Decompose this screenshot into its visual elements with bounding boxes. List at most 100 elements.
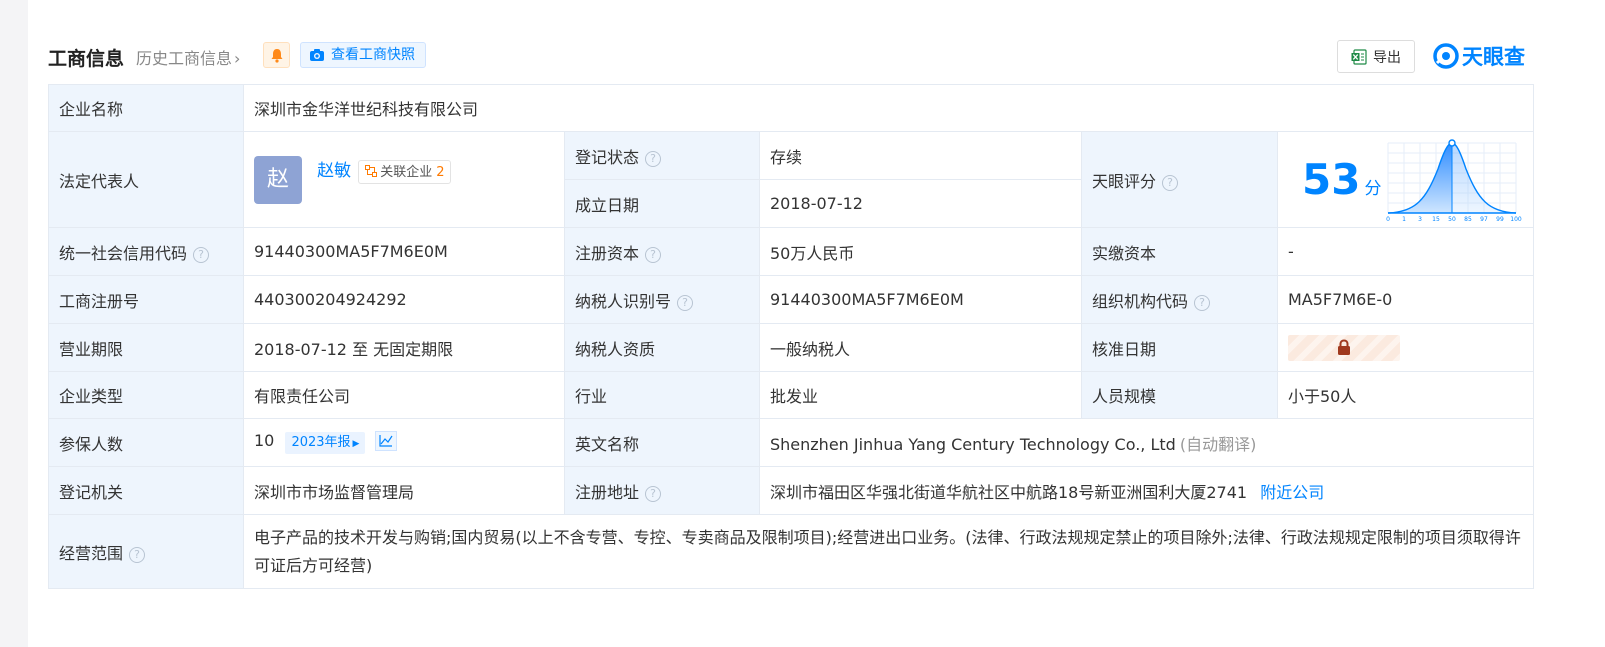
company-type-label: 企业类型 xyxy=(48,371,244,419)
reg-number-value: 440300204924292 xyxy=(243,275,565,324)
approval-date-label: 核准日期 xyxy=(1081,323,1278,372)
approval-date-value xyxy=(1276,323,1535,372)
score-unit: 分 xyxy=(1364,178,1382,199)
table-row: 企业名称 深圳市金华洋世纪科技有限公司 xyxy=(48,84,1535,132)
org-code-value: MA5F7M6E-0 xyxy=(1276,275,1535,324)
monitor-bell-button[interactable] xyxy=(263,42,290,68)
legal-rep-cell: 赵 赵敏 关联企业 2 xyxy=(243,131,565,228)
reg-capital-label: 注册资本? xyxy=(564,227,760,276)
score-axis-tick: 0 xyxy=(1386,216,1390,223)
trend-chart-button[interactable] xyxy=(374,431,397,451)
authority-label: 登记机关 xyxy=(48,466,244,515)
score-axis-tick: 85 xyxy=(1464,216,1472,223)
taxpayer-id-label: 纳税人识别号? xyxy=(564,275,760,324)
auto-translate-note: (自动翻译) xyxy=(1179,434,1257,454)
bell-icon xyxy=(271,49,283,63)
reg-number-label: 工商注册号 xyxy=(48,275,244,324)
score-axis-tick: 1 xyxy=(1402,216,1406,223)
trend-chart-icon xyxy=(378,435,393,447)
reg-status-label: 登记状态? xyxy=(564,131,760,180)
paid-capital-value: - xyxy=(1276,227,1535,276)
insured-value: 10 xyxy=(254,431,275,450)
address-cell: 深圳市福田区华强北街道华航社区中航路18号新亚洲国利大厦2741 附近公司 xyxy=(758,466,1535,515)
company-name-label: 企业名称 xyxy=(48,84,244,132)
score-axis-tick: 97 xyxy=(1480,216,1488,223)
nearby-companies-link[interactable]: 附近公司 xyxy=(1260,483,1324,502)
help-icon[interactable]: ? xyxy=(645,246,662,263)
tianyancha-eye-icon xyxy=(1433,43,1459,69)
tianyan-score-label: 天眼评分? xyxy=(1081,131,1278,228)
reg-capital-value: 50万人民币 xyxy=(759,227,1082,276)
table-row: 参保人数 10 2023年报 ▶ 英文名称 Shenzhen Jinhua Yan… xyxy=(48,418,1535,467)
table-row: 企业类型 有限责任公司 行业 批发业 人员规模 小于50人 xyxy=(48,371,1535,419)
help-icon[interactable]: ? xyxy=(1194,294,1211,311)
address-label: 注册地址? xyxy=(564,466,760,515)
established-value: 2018-07-12 xyxy=(759,179,1082,228)
insured-label: 参保人数 xyxy=(48,418,244,467)
english-name-value: Shenzhen Jinhua Yang Century Technology … xyxy=(770,434,1176,454)
related-companies-button[interactable]: 关联企业 2 xyxy=(358,160,452,184)
related-company-icon xyxy=(365,165,378,177)
taxpayer-type-value: 一般纳税人 xyxy=(759,323,1082,372)
help-icon[interactable]: ? xyxy=(645,150,662,167)
tianyancha-logo: 天眼查 xyxy=(1433,41,1525,71)
help-icon[interactable]: ? xyxy=(645,485,662,502)
scope-value: 电子产品的技术开发与购销;国内贸易(以上不含专营、专控、专卖商品及限制项目);经… xyxy=(242,514,1535,589)
score-number: 53 xyxy=(1302,154,1361,204)
taxpayer-id-value: 91440300MA5F7M6E0M xyxy=(759,275,1082,324)
table-row: 经营范围? 电子产品的技术开发与购销;国内贸易(以上不含专营、专控、专卖商品及限… xyxy=(48,514,1535,589)
excel-icon xyxy=(1351,48,1367,65)
help-icon[interactable]: ? xyxy=(677,294,694,311)
industry-value: 批发业 xyxy=(759,371,1082,419)
avatar[interactable]: 赵 xyxy=(254,155,302,204)
locked-value-button[interactable] xyxy=(1288,334,1400,361)
score-axis-tick: 3 xyxy=(1418,216,1422,223)
help-icon[interactable]: ? xyxy=(193,246,210,263)
legal-rep-label: 法定代表人 xyxy=(48,131,244,228)
section-header: 工商信息 历史工商信息 › 查看工商快照 导出 天眼查 xyxy=(48,40,1561,74)
paid-capital-label: 实缴资本 xyxy=(1081,227,1278,276)
camera-icon xyxy=(310,49,324,61)
score-axis-tick: 99 xyxy=(1496,216,1504,223)
table-row: 法定代表人 赵 赵敏 关联企业 2 登记状态? 存续 天眼评分? 53 分 0 … xyxy=(48,131,1535,228)
view-snapshot-button[interactable]: 查看工商快照 xyxy=(300,42,426,68)
reg-status-value: 存续 xyxy=(759,131,1082,180)
help-icon[interactable]: ? xyxy=(129,546,146,563)
term-value: 2018-07-12 至 无固定期限 xyxy=(243,323,565,372)
score-axis-tick: 50 xyxy=(1448,216,1456,223)
score-axis-tick: 100 xyxy=(1510,216,1522,223)
table-row: 工商注册号 440300204924292 纳税人识别号? 91440300MA… xyxy=(48,275,1535,324)
lock-icon xyxy=(1338,338,1350,355)
table-row: 统一社会信用代码? 91440300MA5F7M6E0M 注册资本? 50万人民… xyxy=(48,227,1535,276)
industry-label: 行业 xyxy=(564,371,760,419)
term-label: 营业期限 xyxy=(48,323,244,372)
scope-label: 经营范围? xyxy=(48,514,244,589)
credit-code-label: 统一社会信用代码? xyxy=(48,227,244,276)
established-label: 成立日期 xyxy=(564,179,760,228)
export-button[interactable]: 导出 xyxy=(1337,40,1415,73)
english-name-label: 英文名称 xyxy=(564,418,760,467)
score-axis-tick: 15 xyxy=(1432,216,1440,223)
taxpayer-type-label: 纳税人资质 xyxy=(564,323,760,372)
company-name-value: 深圳市金华洋世纪科技有限公司 xyxy=(242,84,1535,132)
org-code-label: 组织机构代码? xyxy=(1081,275,1278,324)
credit-code-value: 91440300MA5F7M6E0M xyxy=(243,227,565,276)
english-name-cell: Shenzhen Jinhua Yang Century Technology … xyxy=(758,418,1535,467)
company-type-value: 有限责任公司 xyxy=(243,371,565,419)
score-distribution-chart: 0 1 3 15 50 85 97 99 100 xyxy=(1386,138,1522,223)
insured-cell: 10 2023年报 ▶ xyxy=(243,418,565,467)
authority-value: 深圳市市场监督管理局 xyxy=(243,466,565,515)
section-title: 工商信息 xyxy=(48,48,125,70)
table-row: 登记机关 深圳市市场监督管理局 注册地址? 深圳市福田区华强北街道华航社区中航路… xyxy=(48,466,1535,515)
tianyan-score-cell[interactable]: 53 分 0 1 3 15 50 85 97 99 100 xyxy=(1276,131,1535,228)
annual-report-tag[interactable]: 2023年报 ▶ xyxy=(285,432,366,454)
table-row: 营业期限 2018-07-12 至 无固定期限 纳税人资质 一般纳税人 核准日期 xyxy=(48,323,1535,372)
history-business-info-link[interactable]: 历史工商信息 › xyxy=(136,45,240,69)
staff-size-value: 小于50人 xyxy=(1276,371,1535,419)
business-info-table: 企业名称 深圳市金华洋世纪科技有限公司 法定代表人 赵 赵敏 关联企业 2 登记状… xyxy=(48,84,1535,589)
staff-size-label: 人员规模 xyxy=(1081,371,1278,419)
help-icon[interactable]: ? xyxy=(1162,174,1179,191)
score-display: 53 分 xyxy=(1302,155,1381,204)
address-value: 深圳市福田区华强北街道华航社区中航路18号新亚洲国利大厦2741 xyxy=(770,482,1248,502)
legal-rep-name-link[interactable]: 赵敏 xyxy=(317,161,351,181)
